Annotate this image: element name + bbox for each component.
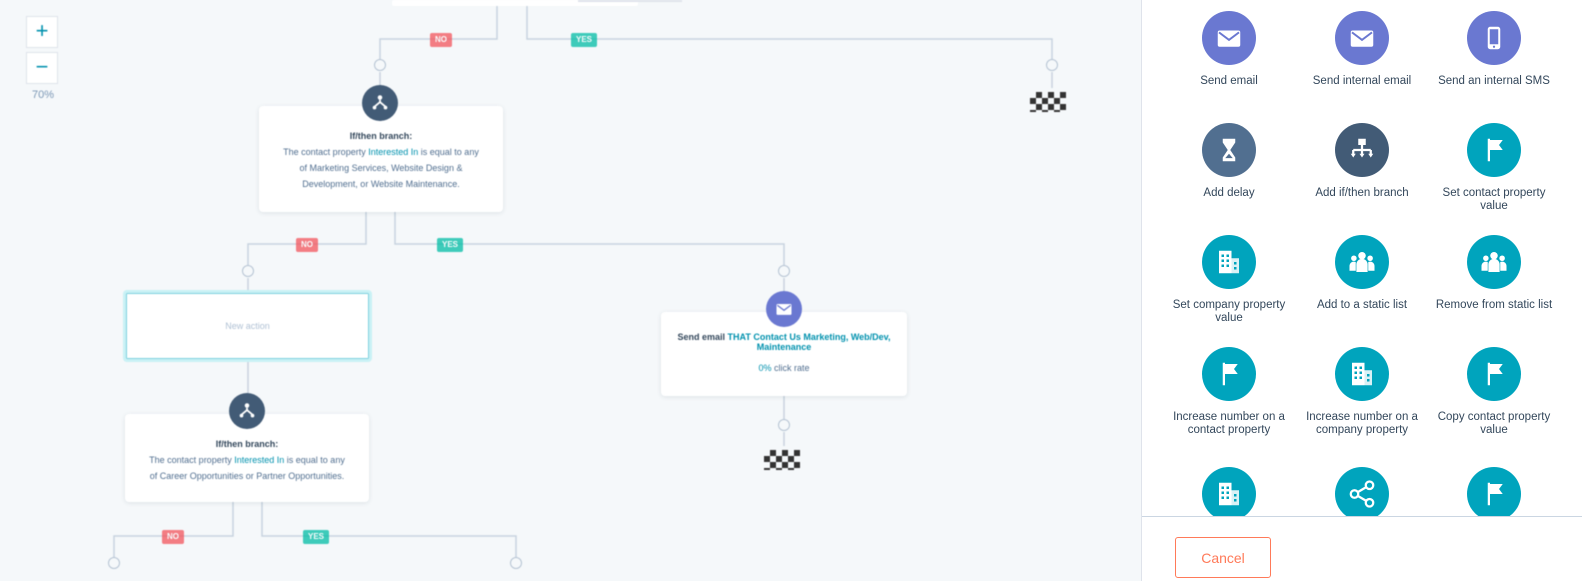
- click-rate-label: click rate: [774, 363, 810, 373]
- card-title: If/then branch:: [215, 439, 279, 449]
- envelope-icon: [766, 291, 802, 327]
- flag-icon: [1467, 123, 1521, 177]
- card-description: The contact property Interested In is eq…: [135, 452, 359, 484]
- action-option[interactable]: Increase number on a contact property: [1163, 347, 1295, 437]
- cancel-button[interactable]: Cancel: [1175, 537, 1271, 578]
- card-title: If/then branch:: [349, 131, 413, 141]
- action-option[interactable]: Send an internal SMS: [1428, 11, 1560, 88]
- workflow-end-icon: [764, 450, 800, 470]
- text-span: Development, or Website Maintenance.: [302, 179, 460, 189]
- branch-no-label: NO: [296, 238, 318, 252]
- if-then-branch-card[interactable]: If/then branch: The contact property Int…: [259, 106, 503, 212]
- action-picker-panel: Send email Send internal email Send an int…: [1141, 0, 1582, 581]
- zoom-out-button[interactable]: −: [26, 52, 58, 84]
- building-icon: [1202, 235, 1256, 289]
- action-label: Add if/then branch: [1315, 187, 1409, 199]
- text-span: is equal to any: [420, 147, 479, 157]
- add-action-node[interactable]: [374, 59, 386, 71]
- action-label: Send internal email: [1312, 75, 1412, 87]
- action-option[interactable]: [1428, 467, 1560, 516]
- click-rate-value: 0%: [758, 363, 772, 373]
- workflow-canvas[interactable]: + − 70% NO YES If/then branch: The conta…: [0, 0, 1141, 581]
- text-span: The contact property: [149, 455, 232, 465]
- flag-icon: [1467, 347, 1521, 401]
- action-label: Increase number on a contact property: [1173, 411, 1285, 436]
- email-link[interactable]: THAT Contact Us Marketing, Web/Dev, Main…: [728, 332, 891, 352]
- text-span: of Career Opportunities or Partner Oppor…: [149, 471, 345, 481]
- people-icon: [1335, 235, 1389, 289]
- action-label: Add delay: [1203, 187, 1255, 199]
- action-label: Increase number on a company property: [1306, 411, 1418, 436]
- new-action-label: New action: [225, 321, 270, 331]
- action-option[interactable]: [1296, 467, 1428, 516]
- panel-footer: Cancel: [1142, 516, 1582, 581]
- action-label: Remove from static list: [1435, 299, 1553, 311]
- flag-icon: [1467, 467, 1521, 516]
- add-action-node[interactable]: [242, 265, 254, 277]
- building-icon: [1202, 467, 1256, 516]
- zoom-level: 70%: [31, 89, 55, 101]
- action-label: Set company property value: [1172, 299, 1286, 324]
- text-span: of Marketing Services, Website Design &: [299, 163, 463, 173]
- text-span: The contact property: [283, 147, 366, 157]
- branch-yes-label: YES: [437, 238, 464, 252]
- action-option[interactable]: Add if/then branch: [1296, 123, 1428, 200]
- branch-yes-label: YES: [303, 530, 330, 544]
- action-option[interactable]: Send internal email: [1296, 11, 1428, 88]
- envelope-icon: [1335, 11, 1389, 65]
- add-action-node[interactable]: [108, 557, 120, 569]
- phone-icon: [1467, 11, 1521, 65]
- action-label: Set contact property value: [1442, 187, 1546, 212]
- people-icon: [1467, 235, 1521, 289]
- action-option[interactable]: Set company property value: [1163, 235, 1295, 325]
- action-option[interactable]: Remove from static list: [1428, 235, 1560, 312]
- add-action-node[interactable]: [778, 265, 790, 277]
- action-option[interactable]: Add delay: [1163, 123, 1295, 200]
- property-link[interactable]: Interested In: [234, 455, 284, 465]
- new-action-placeholder[interactable]: New action: [123, 290, 372, 362]
- share-icon: [1335, 467, 1389, 516]
- property-link[interactable]: Interested In: [368, 147, 418, 157]
- text-span: is equal to any: [286, 455, 345, 465]
- branch-no-label: NO: [430, 33, 452, 47]
- action-option[interactable]: Send email: [1163, 11, 1295, 88]
- click-rate: 0% click rate: [671, 360, 897, 376]
- action-option[interactable]: Copy contact property value: [1428, 347, 1560, 437]
- hourglass-icon: [1202, 123, 1256, 177]
- card-title: Send email: [677, 332, 725, 342]
- add-action-node[interactable]: [510, 557, 522, 569]
- action-grid: Send email Send internal email Send an int…: [1142, 0, 1582, 516]
- card-description: The contact property Interested In is eq…: [269, 144, 493, 192]
- zoom-in-button[interactable]: +: [26, 16, 58, 48]
- envelope-icon: [1202, 11, 1256, 65]
- action-option[interactable]: Add to a static list: [1296, 235, 1428, 312]
- action-option[interactable]: Increase number on a company property: [1296, 347, 1428, 437]
- action-label: Send email: [1200, 75, 1258, 87]
- action-option[interactable]: Set contact property value: [1428, 123, 1560, 213]
- building-icon: [1335, 347, 1389, 401]
- action-label: Copy contact property value: [1437, 411, 1551, 436]
- branch-no-label: NO: [162, 530, 184, 544]
- action-label: Send an internal SMS: [1438, 75, 1550, 87]
- flag-icon: [1202, 347, 1256, 401]
- branch-icon: [362, 85, 398, 121]
- branch-icon: [229, 393, 265, 429]
- add-action-node[interactable]: [1046, 59, 1058, 71]
- action-label: Add to a static list: [1316, 299, 1408, 311]
- action-option[interactable]: [1163, 467, 1295, 516]
- branch-icon: [1335, 123, 1389, 177]
- add-action-node[interactable]: [778, 419, 790, 431]
- workflow-end-icon: [1030, 92, 1066, 112]
- branch-yes-label: YES: [571, 33, 598, 47]
- card-description: Send email THAT Contact Us Marketing, We…: [671, 332, 897, 352]
